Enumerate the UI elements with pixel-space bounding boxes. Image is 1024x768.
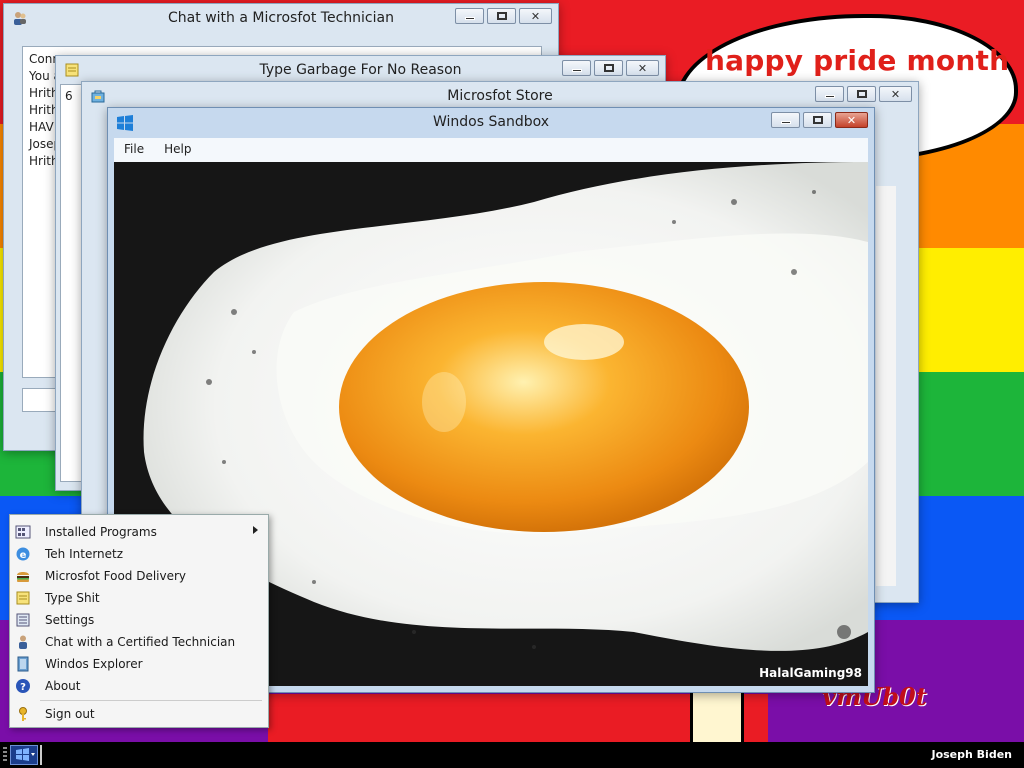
menu-separator [40,700,262,701]
start-item-teh-internetz[interactable]: e Teh Internetz [10,543,268,565]
start-item-label: Type Shit [45,591,100,605]
minimize-icon [824,95,835,98]
menu-help[interactable]: Help [154,138,201,162]
maximize-icon [856,90,867,98]
minimize-button[interactable] [562,60,591,76]
close-button[interactable]: ✕ [519,8,552,24]
maximize-button[interactable] [847,86,876,102]
notepad-icon [15,590,31,606]
submenu-arrow-icon [253,526,258,534]
maximize-button[interactable] [803,112,832,128]
internet-explorer-icon: e [15,546,31,562]
sandbox-menubar: File Help [114,138,868,162]
start-item-label: About [45,679,81,693]
start-item-food-delivery[interactable]: Microsfot Food Delivery [10,565,268,587]
garbage-text: 6 [65,89,73,103]
minimize-icon [571,69,582,72]
menu-file[interactable]: File [114,138,154,162]
start-item-type-shit[interactable]: Type Shit [10,587,268,609]
maximize-button[interactable] [487,8,516,24]
settings-icon [15,612,31,628]
svg-text:?: ? [20,682,26,693]
close-icon: ✕ [846,113,857,127]
close-icon: ✕ [637,61,648,75]
start-item-sign-out[interactable]: Sign out [10,703,268,725]
start-item-label: Windos Explorer [45,657,143,671]
minimize-icon [464,17,475,20]
maximize-button[interactable] [594,60,623,76]
taskbar-grip-icon[interactable] [3,747,7,763]
start-item-settings[interactable]: Settings [10,609,268,631]
start-item-label: Microsfot Food Delivery [45,569,187,583]
close-button[interactable]: ✕ [626,60,659,76]
key-icon [15,706,31,722]
start-icon [16,748,35,761]
technician-icon [15,634,31,650]
close-button[interactable]: ✕ [835,112,868,128]
explorer-icon [15,656,31,672]
sandbox-title: Windos Sandbox [432,114,550,130]
start-item-about[interactable]: ? About [10,675,268,697]
chat-window-titlebar[interactable]: Chat with a Microsfot Technician ✕ [4,4,558,32]
start-item-label: Sign out [45,707,95,721]
start-item-windos-explorer[interactable]: Windos Explorer [10,653,268,675]
minimize-icon [780,121,791,124]
programs-icon [15,524,31,540]
start-item-label: Settings [45,613,95,627]
burger-icon [15,568,31,584]
minimize-button[interactable] [815,86,844,102]
minimize-button[interactable] [771,112,800,128]
start-item-label: Chat with a Certified Technician [45,635,236,649]
store-content [876,186,896,586]
help-icon: ? [15,678,31,694]
taskbar: Joseph Biden [0,742,1024,768]
image-caption: HalalGaming98 [759,666,862,680]
type-garbage-titlebar[interactable]: Type Garbage For No Reason ✕ [56,56,665,84]
taskbar-user-name: Joseph Biden [931,748,1012,761]
start-item-label: Teh Internetz [45,547,124,561]
maximize-icon [812,116,823,124]
minimize-button[interactable] [455,8,484,24]
close-icon: ✕ [530,9,541,23]
start-button[interactable] [10,745,38,765]
start-item-installed-programs[interactable]: Installed Programs [10,521,268,543]
close-button[interactable]: ✕ [879,86,912,102]
maximize-icon [496,12,507,20]
maximize-icon [603,64,614,72]
store-title: Microsfot Store [447,88,553,104]
start-menu: Installed Programs e Teh Internetz Micro… [9,514,269,728]
svg-text:e: e [20,550,27,561]
sandbox-titlebar[interactable]: Windos Sandbox ✕ [108,108,874,136]
cloud-text: happy pride month [705,44,1010,77]
store-titlebar[interactable]: Microsfot Store ✕ [82,82,918,110]
start-item-chat-technician[interactable]: Chat with a Certified Technician [10,631,268,653]
start-item-label: Installed Programs [45,525,157,539]
close-icon: ✕ [890,87,901,101]
taskbar-divider [40,745,42,765]
